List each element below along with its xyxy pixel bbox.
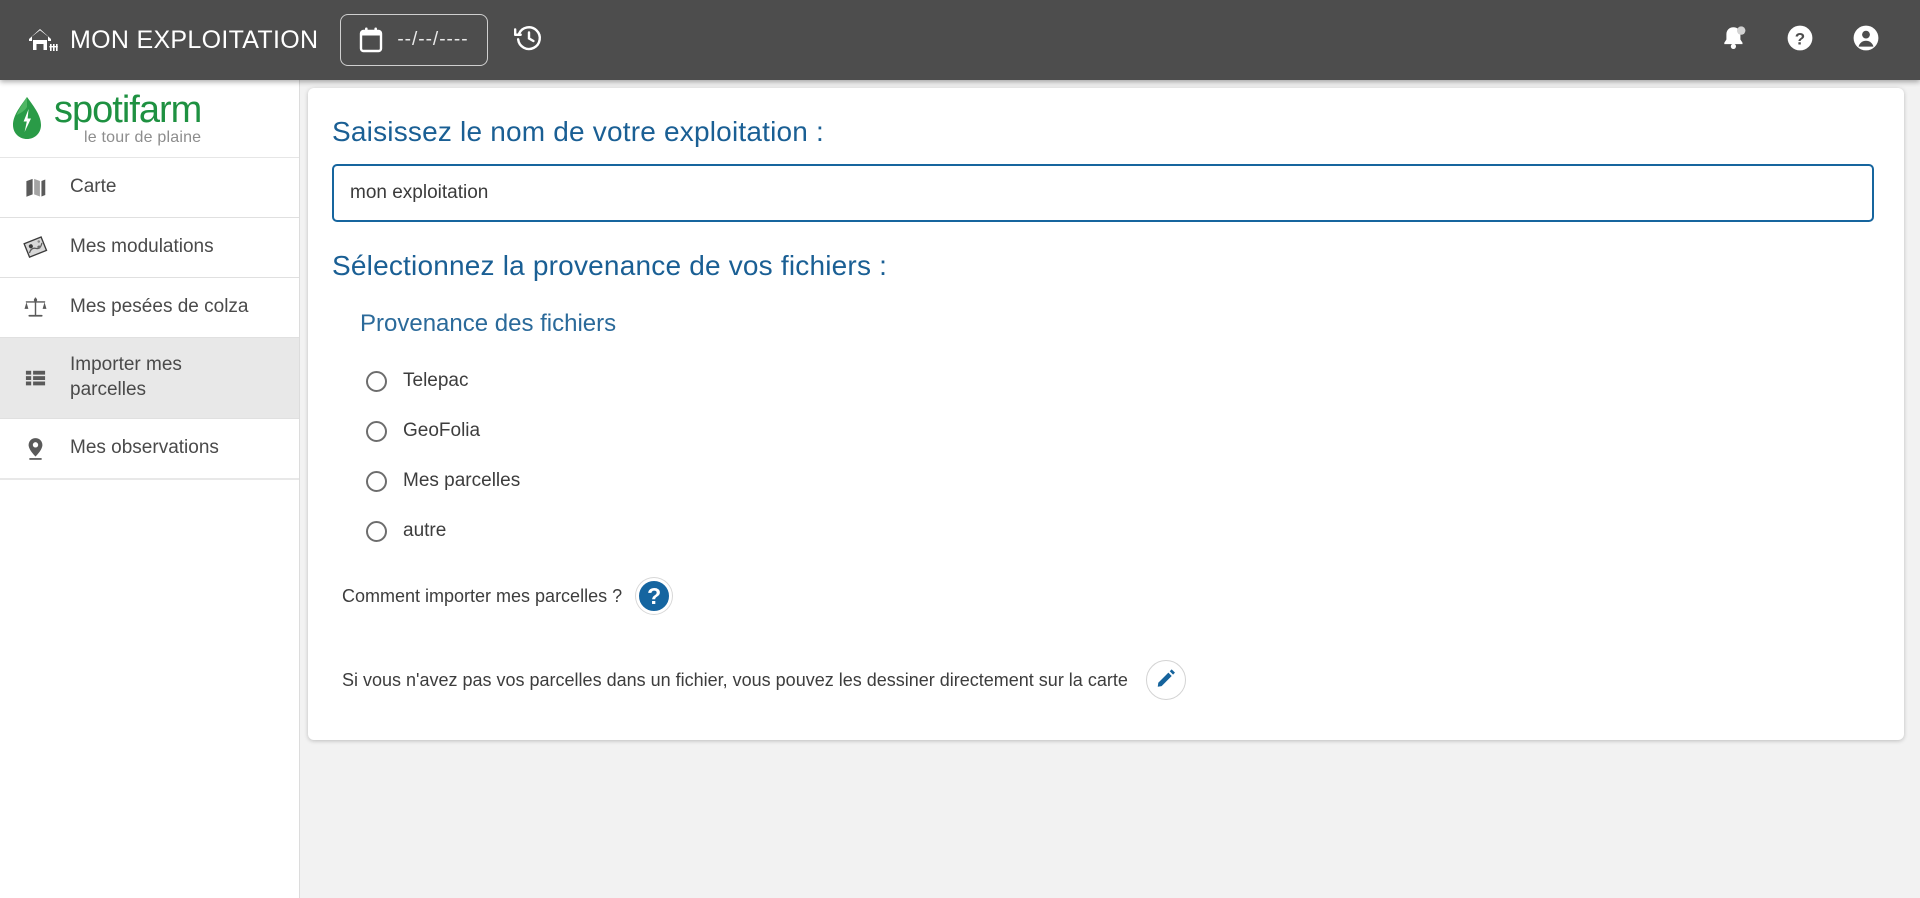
date-picker-value: --/--/---- — [397, 29, 469, 50]
how-to-import-help-button[interactable]: ? — [636, 578, 673, 614]
radio-label: autre — [403, 520, 447, 541]
farm-name-input[interactable] — [332, 164, 1874, 222]
top-bar-left: MON EXPLOITATION --/--/---- — [0, 14, 550, 66]
sidebar-item-mes-observations[interactable]: Mes observations — [0, 419, 299, 478]
radio-label: GeoFolia — [403, 420, 481, 441]
how-to-import-row: Comment importer mes parcelles ? ? — [342, 578, 1880, 614]
bell-icon — [1720, 24, 1748, 57]
radio-label: Mes parcelles — [403, 470, 521, 491]
brand-name: spotifarm — [54, 89, 202, 131]
draw-on-map-text: Si vous n'avez pas vos parcelles dans un… — [342, 669, 1128, 690]
radio-option-mes-parcelles[interactable]: Mes parcelles — [366, 456, 1880, 506]
sidebar-item-label: Mes modulations — [70, 235, 214, 257]
import-parcels-card: Saisissez le nom de votre exploitation :… — [308, 88, 1904, 740]
brand-tagline: le tour de plaine — [84, 129, 202, 146]
file-source-heading: Sélectionnez la provenance de vos fichie… — [332, 250, 888, 281]
radio-option-autre[interactable]: autre — [366, 506, 1880, 556]
sidebar: spotifarm le tour de plaine Carte Mes mo… — [0, 80, 300, 898]
history-icon — [513, 23, 544, 58]
radio-label: Telepac — [403, 370, 469, 391]
account-button[interactable] — [1846, 20, 1886, 60]
sidebar-item-importer-mes-parcelles[interactable]: Importer mes parcelles — [0, 338, 299, 418]
location-pin-icon — [18, 436, 52, 461]
file-source-radio-group: Telepac GeoFolia Mes parcelles autre — [366, 356, 1880, 556]
help-button[interactable]: ? — [1780, 20, 1820, 60]
calendar-icon — [359, 27, 383, 53]
top-bar: MON EXPLOITATION --/--/---- ? — [0, 0, 1920, 80]
leaf-icon — [10, 96, 44, 142]
top-bar-actions: ? — [1714, 20, 1920, 60]
sidebar-item-mes-modulations[interactable]: Mes modulations — [0, 218, 299, 277]
sidebar-item-label: Carte — [70, 175, 117, 197]
radio-circle-icon — [366, 470, 387, 492]
draw-on-map-button[interactable] — [1145, 660, 1186, 700]
history-button[interactable] — [508, 19, 550, 61]
app-title: MON EXPLOITATION — [70, 25, 319, 54]
person-circle-icon — [1852, 24, 1880, 57]
question-mark-icon: ? — [647, 582, 662, 609]
farm-name-heading: Saisissez le nom de votre exploitation : — [332, 116, 825, 147]
radio-option-geofolia[interactable]: GeoFolia — [366, 406, 1880, 456]
barn-icon — [24, 23, 58, 57]
sidebar-item-label: Importer mes parcelles — [70, 354, 182, 400]
radio-option-telepac[interactable]: Telepac — [366, 356, 1880, 406]
draw-on-map-row: Si vous n'avez pas vos parcelles dans un… — [342, 660, 1880, 700]
sidebar-item-carte[interactable]: Carte — [0, 158, 299, 217]
main-content: Saisissez le nom de votre exploitation :… — [300, 80, 1920, 898]
sidebar-item-mes-pesees-de-colza[interactable]: Mes pesées de colza — [0, 278, 299, 337]
balance-scale-icon — [18, 295, 52, 320]
sidebar-divider-end — [0, 478, 299, 480]
svg-text:?: ? — [1795, 29, 1805, 48]
radio-circle-icon — [366, 370, 387, 392]
how-to-import-text: Comment importer mes parcelles ? — [342, 585, 623, 606]
radio-circle-icon — [366, 520, 387, 542]
notifications-button[interactable] — [1714, 20, 1754, 60]
file-source-group-title: Provenance des fichiers — [360, 310, 617, 337]
date-picker-button[interactable]: --/--/---- — [340, 14, 488, 66]
brand-logo-text: spotifarm le tour de plaine — [54, 89, 202, 146]
pencil-icon — [1155, 667, 1177, 694]
sidebar-item-label: Mes pesées de colza — [70, 295, 249, 317]
radio-circle-icon — [366, 420, 387, 442]
question-circle-icon: ? — [1786, 24, 1814, 57]
brand-logo[interactable]: spotifarm le tour de plaine — [0, 80, 299, 158]
list-icon — [18, 366, 52, 389]
map-icon — [18, 176, 52, 199]
sidebar-item-label: Mes observations — [70, 436, 219, 458]
modulation-map-icon — [18, 235, 52, 260]
